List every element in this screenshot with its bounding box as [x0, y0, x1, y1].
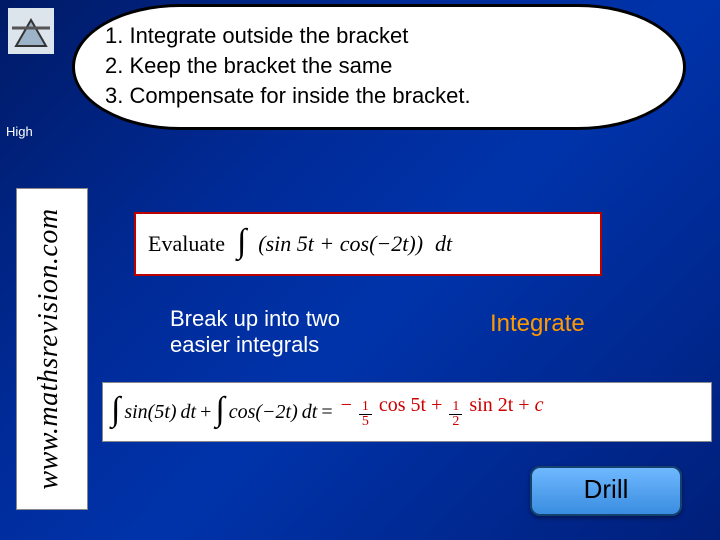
corner-text-high: High: [6, 124, 33, 139]
const-c: c: [535, 394, 544, 416]
result-box: ∫ sin(5t) dt + ∫ cos(−2t) dt = − 1 5 cos…: [102, 382, 712, 442]
int2-dt: dt: [302, 401, 318, 424]
triangle-logo: [8, 8, 54, 59]
term1-frac-d: 5: [359, 415, 372, 429]
int2-f: cos(−2t): [229, 401, 298, 424]
evaluate-dt: dt: [435, 231, 452, 257]
hint-break-up-line1: Break up into two: [170, 306, 340, 332]
term2-sign: +: [431, 394, 442, 416]
int1-f: sin(5t): [124, 401, 176, 424]
term1-frac: 1 5: [359, 400, 372, 429]
triangle-icon: [8, 8, 54, 54]
step-3: 3. Compensate for inside the bracket.: [105, 83, 653, 109]
lhs-plus: +: [200, 401, 211, 424]
integral-symbol: ∫: [237, 223, 246, 261]
const-sign: +: [518, 394, 529, 416]
term2-frac-d: 2: [449, 415, 462, 429]
int2-symbol: ∫: [215, 391, 224, 429]
term2-frac: 1 2: [449, 400, 462, 429]
drill-button[interactable]: Drill: [530, 466, 682, 516]
term1-tail: cos 5t: [379, 394, 426, 416]
term2-tail: sin 2t: [469, 394, 513, 416]
hint-integrate: Integrate: [490, 310, 585, 338]
result-lhs: ∫ sin(5t) dt + ∫ cos(−2t) dt =: [111, 393, 333, 431]
steps-callout: 1. Integrate outside the bracket 2. Keep…: [72, 4, 686, 130]
term1-frac-n: 1: [359, 400, 372, 415]
equals: =: [321, 401, 332, 424]
int1-dt: dt: [181, 401, 197, 424]
side-url: www.mathsrevision.com: [16, 188, 88, 510]
result-rhs: − 1 5 cos 5t + 1 2 sin 2t + c: [341, 394, 544, 430]
evaluate-label: Evaluate: [148, 231, 225, 257]
int1-symbol: ∫: [111, 391, 120, 429]
hint-break-up-line2: easier integrals: [170, 332, 340, 358]
evaluate-expr: (sin 5t + cos(−2t)): [258, 231, 423, 257]
term1-sign: −: [341, 394, 352, 416]
term2-frac-n: 1: [449, 400, 462, 415]
step-2: 2. Keep the bracket the same: [105, 53, 653, 79]
hint-break-up: Break up into two easier integrals: [170, 306, 340, 359]
evaluate-box: Evaluate ∫ (sin 5t + cos(−2t)) dt: [134, 212, 602, 276]
step-1: 1. Integrate outside the bracket: [105, 23, 653, 49]
